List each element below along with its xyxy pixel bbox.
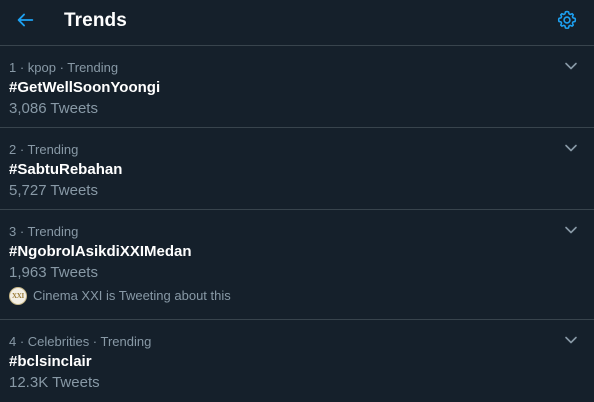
trend-name[interactable]: #SabtuRebahan [9, 161, 122, 179]
back-button[interactable] [11, 6, 39, 34]
page-title: Trends [64, 10, 127, 31]
trends-page: Trends 1 · kpop · Trending #GetWellSoonY… [0, 0, 594, 402]
trend-more-button[interactable] [563, 222, 579, 238]
avatar: XXI [9, 287, 27, 305]
trend-item[interactable]: 1 · kpop · Trending #GetWellSoonYoongi 3… [0, 46, 594, 128]
chevron-down-icon [565, 336, 577, 344]
chevron-down-icon [565, 62, 577, 70]
trend-name[interactable]: #bclsinclair [9, 353, 92, 371]
trend-context: 3 · Trending [9, 224, 79, 239]
trend-tweet-count: 12.3K Tweets [9, 374, 100, 391]
trend-tweet-count: 5,727 Tweets [9, 182, 98, 199]
trend-more-button[interactable] [563, 58, 579, 74]
chevron-down-icon [565, 226, 577, 234]
arrow-left-icon [17, 13, 34, 27]
chevron-down-icon [565, 144, 577, 152]
trend-item[interactable]: 4 · Celebrities · Trending #bclsinclair … [0, 320, 594, 402]
page-header: Trends [0, 0, 594, 46]
trend-name[interactable]: #NgobrolAsikdiXXIMedan [9, 243, 192, 261]
trend-context: 4 · Celebrities · Trending [9, 334, 152, 349]
trend-item[interactable]: 3 · Trending #NgobrolAsikdiXXIMedan 1,96… [0, 210, 594, 320]
trend-more-button[interactable] [563, 140, 579, 156]
settings-button[interactable] [555, 8, 579, 32]
trend-item[interactable]: 2 · Trending #SabtuRebahan 5,727 Tweets [0, 128, 594, 210]
trend-context: 1 · kpop · Trending [9, 60, 119, 75]
tweeting-about-label: Cinema XXI is Tweeting about this [33, 288, 231, 303]
gear-icon [557, 10, 577, 30]
trend-tweet-count: 3,086 Tweets [9, 100, 98, 117]
trend-more-button[interactable] [563, 332, 579, 348]
tweeting-about-row[interactable]: XXI Cinema XXI is Tweeting about this [9, 287, 231, 305]
trend-name[interactable]: #GetWellSoonYoongi [9, 79, 160, 97]
trend-context: 2 · Trending [9, 142, 79, 157]
trend-tweet-count: 1,963 Tweets [9, 264, 98, 281]
